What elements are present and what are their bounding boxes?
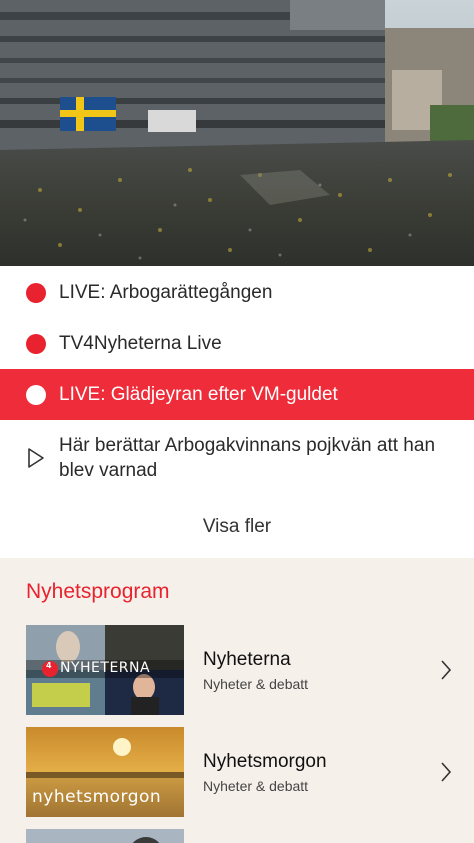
section-title: Nyhetsprogram — [26, 580, 170, 603]
live-item[interactable]: TV4Nyheterna Live — [0, 318, 474, 369]
program-thumbnail-image — [26, 829, 184, 843]
program-info: Nyhetsmorgon Nyheter & debatt — [203, 751, 436, 794]
video-item-label: Här berättar Arbogakvinnans pojkvän att … — [59, 435, 436, 481]
program-section: Nyhetsprogram 4 NYHETERNA Nyheterna Nyhe… — [0, 558, 474, 843]
program-card-nyheterna[interactable]: 4 NYHETERNA Nyheterna Nyheter & debatt — [26, 625, 458, 715]
live-dot-icon — [26, 333, 46, 354]
program-title: Nyhetsmorgon — [203, 750, 327, 772]
play-icon — [26, 447, 46, 469]
chevron-right-icon — [436, 657, 456, 683]
live-item-label: LIVE: Arbogarättegången — [59, 281, 273, 303]
hero-video[interactable] — [0, 0, 474, 266]
program-thumbnail: 4 NYHETERNA — [26, 625, 184, 715]
live-dot-icon — [26, 282, 46, 303]
video-item[interactable]: Här berättar Arbogakvinnans pojkvän att … — [0, 420, 474, 496]
program-info: Nyheterna Nyheter & debatt — [203, 649, 436, 692]
program-subtitle: Nyheter & debatt — [203, 777, 309, 794]
program-title: Nyheterna — [203, 648, 291, 670]
live-item-active[interactable]: LIVE: Glädjeyran efter VM-guldet — [0, 369, 474, 420]
program-card-nyhetsmorgon[interactable]: nyhetsmorgon Nyhetsmorgon Nyheter & deba… — [26, 727, 458, 817]
live-dot-icon — [26, 384, 46, 405]
program-subtitle: Nyheter & debatt — [203, 675, 309, 692]
live-list: LIVE: Arbogarättegången TV4Nyheterna Liv… — [0, 266, 474, 496]
hero-image — [0, 0, 474, 266]
thumb-badge: 4 — [46, 661, 53, 670]
program-thumbnail — [26, 829, 184, 843]
program-card-partial[interactable] — [26, 829, 458, 843]
live-item-label: LIVE: Glädjeyran efter VM-guldet — [59, 383, 338, 405]
live-item-label: TV4Nyheterna Live — [59, 332, 222, 354]
chevron-right-icon — [436, 759, 456, 785]
thumb-logo-text: NYHETERNA — [60, 660, 151, 676]
thumb-logo-text: nyhetsmorgon — [32, 787, 162, 807]
live-item[interactable]: LIVE: Arbogarättegången — [0, 267, 474, 318]
show-more-button[interactable]: Visa fler — [0, 502, 474, 552]
program-thumbnail: nyhetsmorgon — [26, 727, 184, 817]
